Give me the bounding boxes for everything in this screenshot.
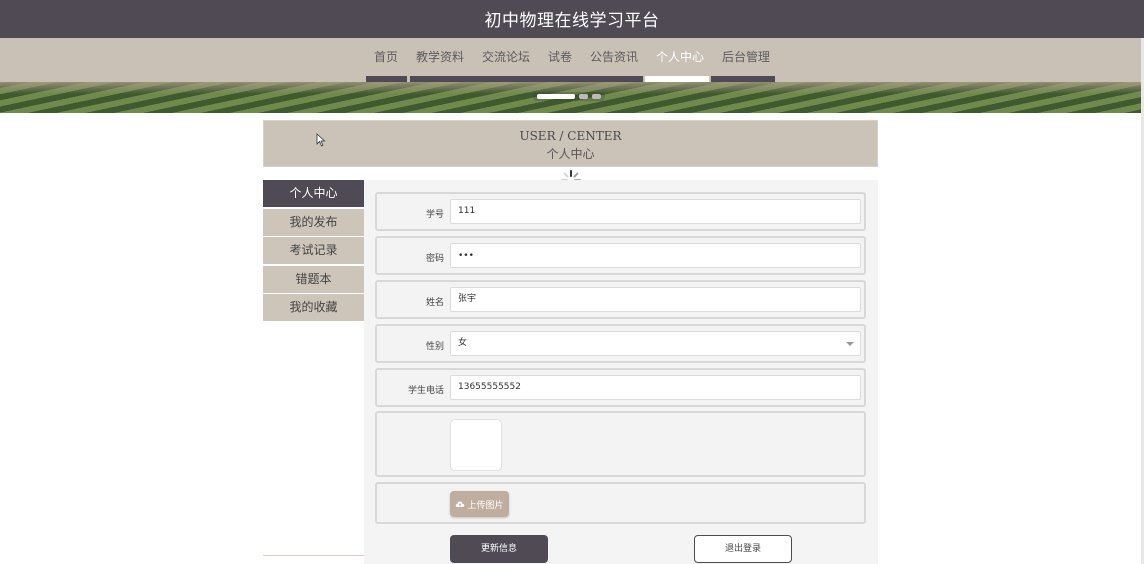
- sidebar-item-favorites[interactable]: 我的收藏: [263, 294, 364, 321]
- top-bar: 初中物理在线学习平台: [0, 0, 1144, 38]
- section-title-en: USER / CENTER: [519, 129, 622, 143]
- form-row-phone: 学生电话 13655555552: [375, 368, 866, 407]
- carousel-dot-2[interactable]: [579, 94, 588, 99]
- gender-select-value: 女: [458, 338, 468, 348]
- chevron-down-icon: [846, 342, 854, 346]
- cloud-upload-icon: [456, 501, 465, 507]
- gender-select[interactable]: 女: [450, 331, 861, 356]
- nav-item-forum[interactable]: 交流论坛: [473, 38, 539, 76]
- logout-button[interactable]: 退出登录: [694, 535, 792, 563]
- form-row-student-id: 学号 111: [375, 192, 866, 231]
- form-row-upload: 上传图片: [375, 482, 866, 524]
- name-input[interactable]: 张宇: [450, 287, 861, 312]
- mouse-cursor-icon: [316, 133, 326, 147]
- banner-carousel: [0, 82, 1144, 113]
- sidebar-item-exam-records[interactable]: 考试记录: [263, 237, 364, 264]
- main-nav: 首页 教学资料 交流论坛 试卷 公告资讯 个人中心 后台管理: [0, 38, 1144, 76]
- page: 初中物理在线学习平台 首页 教学资料 交流论坛 试卷 公告资讯 个人中心 后台管…: [0, 0, 1144, 564]
- phone-label: 学生电话: [407, 386, 444, 396]
- section-heading: USER / CENTER 个人中心: [263, 120, 878, 167]
- nav-bar: 首页 教学资料 交流论坛 试卷 公告资讯 个人中心 后台管理: [0, 38, 1144, 82]
- password-label: 密码: [425, 254, 444, 264]
- form-row-name: 姓名 张宇: [375, 280, 866, 319]
- sidebar-item-wrong-answers[interactable]: 错题本: [263, 265, 364, 293]
- password-input[interactable]: [450, 243, 861, 268]
- nav-item-exams[interactable]: 试卷: [539, 38, 581, 76]
- student-id-input[interactable]: 111: [450, 199, 861, 224]
- avatar-preview: [450, 419, 502, 471]
- sidebar-item-user-center[interactable]: 个人中心: [263, 180, 364, 207]
- nav-item-user-center[interactable]: 个人中心: [647, 38, 713, 76]
- sidebar-divider: [263, 555, 364, 556]
- carousel-dots: [533, 92, 605, 101]
- carousel-dot-1[interactable]: [537, 94, 575, 99]
- form-row-avatar: [375, 411, 866, 477]
- form-row-password: 密码: [375, 236, 866, 275]
- sidebar-item-my-posts[interactable]: 我的发布: [263, 208, 364, 236]
- section-title-cn: 个人中心: [546, 147, 595, 161]
- phone-input[interactable]: 13655555552: [450, 375, 861, 400]
- upload-image-button[interactable]: 上传图片: [450, 491, 509, 517]
- form-row-gender: 性别 女: [375, 324, 866, 363]
- carousel-dot-3[interactable]: [592, 94, 601, 99]
- nav-item-news[interactable]: 公告资讯: [581, 38, 647, 76]
- update-info-button[interactable]: 更新信息: [450, 535, 548, 563]
- nav-item-materials[interactable]: 教学资料: [407, 38, 473, 76]
- upload-image-label: 上传图片: [467, 500, 504, 511]
- profile-form-panel: 学号 111 密码 姓名 张宇 性别 女 学生电话 13655555552 上传…: [364, 180, 878, 564]
- nav-item-home[interactable]: 首页: [365, 38, 407, 76]
- gender-label: 性别: [425, 342, 444, 352]
- site-title: 初中物理在线学习平台: [484, 11, 660, 31]
- user-sidebar: 个人中心 我的发布 考试记录 错题本 我的收藏: [263, 180, 364, 564]
- name-label: 姓名: [425, 298, 444, 308]
- nav-item-admin[interactable]: 后台管理: [713, 38, 779, 76]
- student-id-label: 学号: [425, 210, 444, 220]
